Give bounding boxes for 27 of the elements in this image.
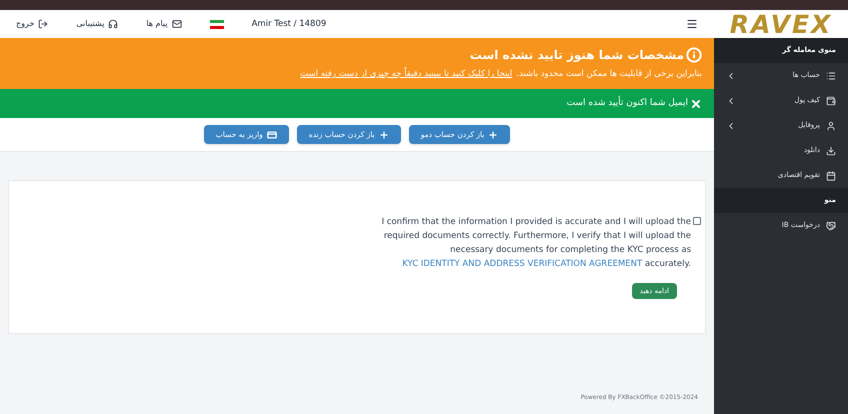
headset-icon bbox=[108, 19, 118, 29]
info-icon bbox=[686, 47, 702, 63]
header-link[interactable]: پشتیبانی bbox=[76, 18, 118, 30]
logo: RAVEX bbox=[730, 12, 832, 36]
agreement-text: I confirm that the information I provided is accurate and I will upload the required documents correctly. Furthermore, I verify that I will upload the necessary documents for completing the KYC process as KYC IDENTITY AND ADDRESS VERIFICATION AGREEMENT accurately. bbox=[380, 216, 691, 272]
card-icon bbox=[266, 130, 277, 140]
logout-icon bbox=[38, 19, 48, 29]
close-icon[interactable] bbox=[690, 98, 702, 110]
calendar-icon bbox=[826, 170, 836, 180]
menu-icon[interactable] bbox=[686, 18, 698, 30]
agreement-link[interactable]: KYC IDENTITY AND ADDRESS VERIFICATION AGREEMENT bbox=[402, 259, 642, 270]
user-icon bbox=[826, 120, 836, 130]
header-link[interactable]: خروج bbox=[16, 18, 48, 30]
download-icon bbox=[826, 146, 836, 156]
header-link[interactable]: پیام ها bbox=[146, 18, 182, 30]
list-icon bbox=[826, 70, 836, 80]
agreement-checkbox[interactable] bbox=[693, 217, 701, 226]
plus-icon bbox=[378, 130, 389, 140]
mail-icon bbox=[172, 19, 182, 29]
user-name: Amir Test / 14809 bbox=[252, 18, 326, 30]
alert-title: ایمیل شما اکنون تأیید شده است bbox=[566, 96, 688, 110]
alert-text: بنابراین برخی از قابلیت ها ممکن است محدود باشند. bbox=[516, 68, 702, 81]
plus-icon bbox=[488, 130, 498, 140]
wallet-icon bbox=[826, 96, 836, 106]
flag-icon[interactable] bbox=[210, 20, 224, 28]
alert-title: مشخصات شما هنوز تایید نشده است bbox=[470, 47, 684, 64]
handshake-icon bbox=[826, 220, 836, 230]
